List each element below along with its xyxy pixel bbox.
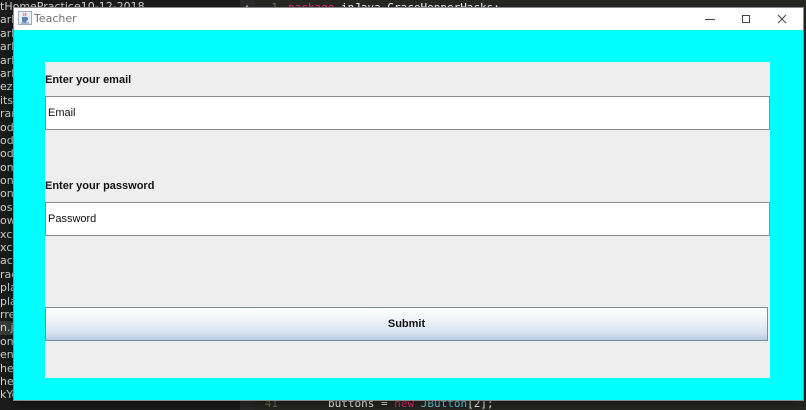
window-titlebar[interactable]: Teacher xyxy=(14,8,803,30)
maximize-button[interactable] xyxy=(728,8,764,30)
window-title: Teacher xyxy=(34,12,77,25)
close-button[interactable] xyxy=(764,8,800,30)
login-form-panel: Enter your email Enter your password Sub… xyxy=(45,62,770,378)
java-cup-icon xyxy=(18,11,32,25)
window-content: Enter your email Enter your password Sub… xyxy=(14,30,803,400)
email-field[interactable] xyxy=(45,96,770,130)
teacher-window: Teacher Enter your email Enter your pass… xyxy=(14,8,803,400)
minimize-button[interactable] xyxy=(692,8,728,30)
maximize-icon xyxy=(742,15,750,23)
email-label: Enter your email xyxy=(45,74,132,86)
minimize-icon xyxy=(705,19,715,20)
password-label: Enter your password xyxy=(45,180,155,192)
close-icon xyxy=(777,14,787,24)
submit-button[interactable]: Submit xyxy=(45,307,768,341)
password-field[interactable] xyxy=(45,202,770,236)
